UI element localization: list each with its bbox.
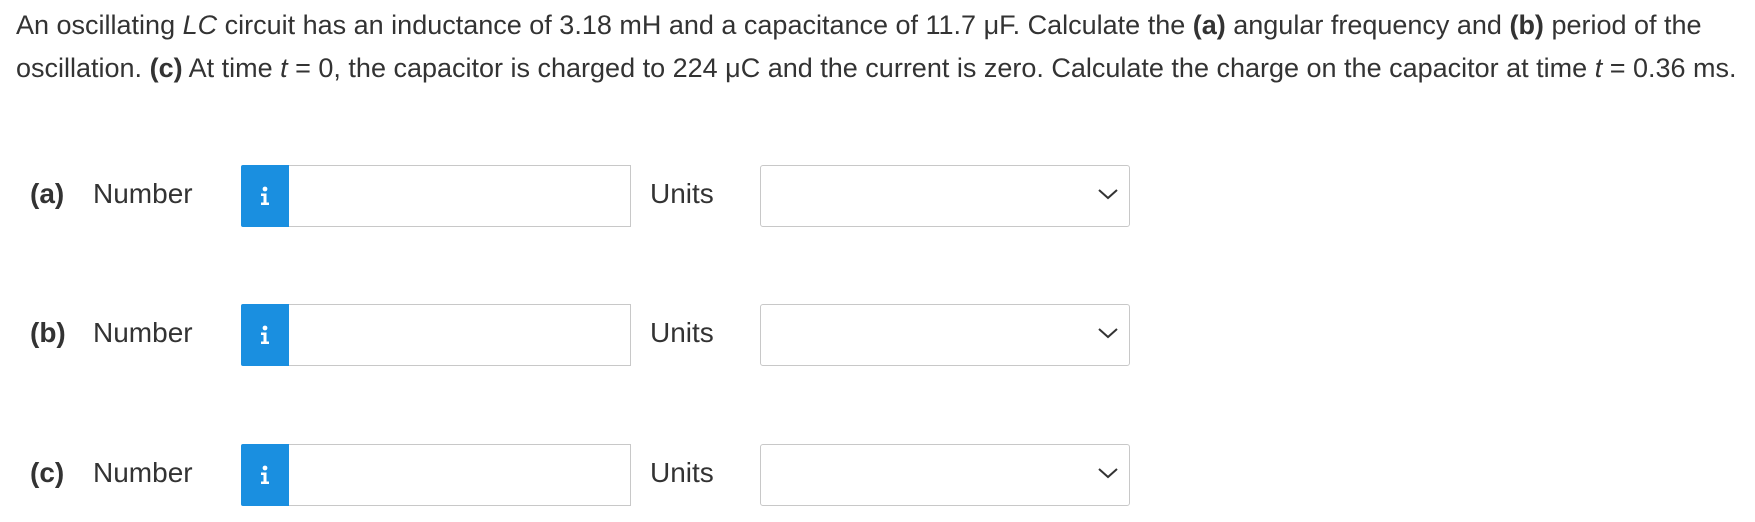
part-label: (b): [30, 317, 66, 348]
number-input[interactable]: [289, 304, 631, 366]
units-label: Units: [650, 457, 714, 488]
units-dropdown[interactable]: [760, 444, 1130, 506]
info-icon: [261, 465, 269, 484]
number-label: Number: [93, 178, 193, 209]
question-segment-italic: t: [280, 53, 288, 83]
chevron-down-icon: [1098, 189, 1118, 200]
info-button[interactable]: [241, 444, 289, 506]
info-button[interactable]: [241, 165, 289, 227]
question-segment: At time: [182, 53, 281, 83]
question-segment: = 0.36 ms.: [1602, 53, 1737, 83]
question-segment: An oscillating: [16, 10, 183, 40]
part-label: (c): [30, 457, 65, 488]
chevron-down-icon: [1098, 328, 1118, 339]
question-part-ref: (c): [149, 53, 183, 83]
number-input[interactable]: [289, 444, 631, 506]
answer-row-c: (c) Number Units: [0, 444, 1755, 506]
units-label: Units: [650, 317, 714, 348]
info-icon: [261, 186, 269, 205]
info-icon: [261, 325, 269, 344]
question-part-ref: (b): [1509, 10, 1544, 40]
number-label: Number: [93, 317, 193, 348]
units-label: Units: [650, 178, 714, 209]
question-text: An oscillating LC circuit has an inducta…: [16, 4, 1744, 90]
question-segment: angular frequency and: [1225, 10, 1510, 40]
question-segment: = 0, the capacitor is charged to 224 μC …: [287, 53, 1595, 83]
number-label: Number: [93, 457, 193, 488]
chevron-down-icon: [1098, 468, 1118, 479]
answer-row-b: (b) Number Units: [0, 304, 1755, 366]
question-part-ref: (a): [1192, 10, 1226, 40]
part-label: (a): [30, 178, 65, 209]
answer-row-a: (a) Number Units: [0, 165, 1755, 227]
info-button[interactable]: [241, 304, 289, 366]
number-input[interactable]: [289, 165, 631, 227]
units-dropdown[interactable]: [760, 304, 1130, 366]
question-segment-italic: LC: [182, 10, 218, 40]
units-dropdown[interactable]: [760, 165, 1130, 227]
question-segment: circuit has an inductance of 3.18 mH and…: [217, 10, 1193, 40]
